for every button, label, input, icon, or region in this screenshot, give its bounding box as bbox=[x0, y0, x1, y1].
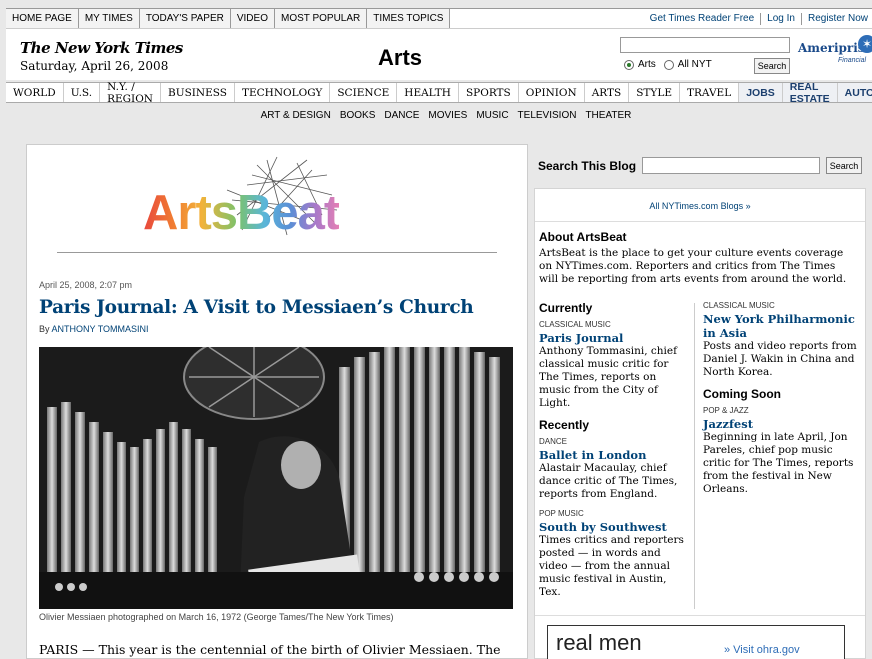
sidebar-right-column: CLASSICAL MUSIC New York Philharmonic in… bbox=[703, 301, 861, 504]
ad-link[interactable]: » Visit ohra.gov bbox=[724, 644, 800, 656]
entry-desc: Alastair Macaulay, chief dance critic of… bbox=[539, 462, 678, 500]
radio-all-nyt-label: All NYT bbox=[677, 59, 712, 70]
register-link[interactable]: Register Now bbox=[808, 13, 868, 24]
subnav-movies[interactable]: MOVIES bbox=[428, 110, 467, 121]
recently-heading: Recently bbox=[539, 418, 590, 432]
blog-search-input[interactable] bbox=[642, 157, 820, 174]
section-title: Arts bbox=[378, 45, 423, 70]
about-heading: About ArtsBeat bbox=[539, 230, 627, 244]
top-link-times-topics[interactable]: TIMES TOPICS bbox=[367, 9, 451, 28]
entry-link-south-by-southwest[interactable]: South by Southwest bbox=[539, 520, 689, 534]
entry-link-ballet-london[interactable]: Ballet in London bbox=[539, 448, 689, 462]
blog-main-column: ArtsBeat April 25, 2008, 2:07 pm Paris J… bbox=[26, 144, 528, 659]
nyt-logo[interactable]: The New York Times bbox=[20, 39, 183, 57]
entry-kicker: CLASSICAL MUSIC bbox=[539, 320, 611, 329]
masthead-date: Saturday, April 26, 2008 bbox=[20, 59, 169, 73]
post-title[interactable]: Paris Journal: A Visit to Messiaen’s Chu… bbox=[39, 297, 474, 318]
entry-link-ny-philharmonic[interactable]: New York Philharmonic in Asia bbox=[703, 312, 861, 340]
author-link[interactable]: ANTHONY TOMMASINI bbox=[52, 324, 149, 334]
nav-opinion[interactable]: OPINION bbox=[519, 83, 585, 102]
nav-ny-region[interactable]: N.Y. / REGION bbox=[100, 81, 161, 105]
subnav-music[interactable]: MUSIC bbox=[476, 110, 508, 121]
top-link-mytimes[interactable]: MY TIMES bbox=[78, 9, 140, 28]
currently-heading: Currently bbox=[539, 301, 593, 315]
arts-subnav: ART & DESIGN BOOKS DANCE MOVIES MUSIC TE… bbox=[0, 110, 872, 121]
sponsor-icon: ✶ bbox=[858, 35, 872, 53]
photo-caption: Olivier Messiaen photographed on March 1… bbox=[39, 612, 394, 622]
subnav-theater[interactable]: THEATER bbox=[585, 110, 631, 121]
subnav-art-design[interactable]: ART & DESIGN bbox=[261, 110, 331, 121]
nav-sports[interactable]: SPORTS bbox=[459, 83, 519, 102]
blog-search-button[interactable]: Search bbox=[826, 157, 862, 174]
divider bbox=[760, 12, 762, 25]
entry-kicker: CLASSICAL MUSIC bbox=[703, 301, 775, 310]
sidebar-box: All NYTimes.com Blogs » About ArtsBeat A… bbox=[534, 188, 866, 659]
blog-search-label: Search This Blog bbox=[538, 159, 637, 173]
entry-link-paris-journal[interactable]: Paris Journal bbox=[539, 331, 689, 345]
entry-kicker: POP MUSIC bbox=[539, 509, 584, 518]
search-scope: Arts All NYT bbox=[624, 59, 712, 70]
blog-sidebar: Search This Blog Search All NYTimes.com … bbox=[534, 144, 866, 659]
article-photo[interactable] bbox=[39, 347, 513, 609]
nav-style[interactable]: STYLE bbox=[629, 83, 680, 102]
blog-title-text: ArtsBeat bbox=[143, 186, 340, 240]
entry-kicker: POP & JAZZ bbox=[703, 406, 749, 415]
column-divider bbox=[694, 303, 695, 609]
site-search-input[interactable] bbox=[620, 37, 790, 53]
all-blogs-link[interactable]: All NYTimes.com Blogs » bbox=[535, 201, 865, 211]
sponsor-subtitle: Financial bbox=[838, 57, 867, 64]
subnav-television[interactable]: TELEVISION bbox=[518, 110, 577, 121]
nav-science[interactable]: SCIENCE bbox=[330, 83, 398, 102]
nav-technology[interactable]: TECHNOLOGY bbox=[235, 83, 331, 102]
top-link-todays-paper[interactable]: TODAY'S PAPER bbox=[139, 9, 231, 28]
radio-arts[interactable] bbox=[624, 59, 634, 70]
ad-headline: real men bbox=[556, 630, 642, 655]
entry-desc: Beginning in late April, Jon Pareles, ch… bbox=[703, 431, 854, 495]
byline-prefix: By bbox=[39, 324, 50, 334]
advertisement[interactable]: real men » Visit ohra.gov bbox=[547, 625, 845, 659]
nav-world[interactable]: WORLD bbox=[6, 83, 64, 102]
radio-all-nyt[interactable] bbox=[663, 59, 674, 70]
login-link[interactable]: Log In bbox=[767, 13, 795, 24]
account-links: Get Times Reader Free Log In Register No… bbox=[650, 9, 872, 28]
nav-arts[interactable]: ARTS bbox=[585, 83, 630, 102]
post-date: April 25, 2008, 2:07 pm bbox=[39, 280, 133, 290]
article-lead: PARIS — This year is the centennial of t… bbox=[39, 642, 501, 657]
nav-travel[interactable]: TRAVEL bbox=[680, 83, 740, 102]
nav-business[interactable]: BUSINESS bbox=[161, 83, 235, 102]
nav-us[interactable]: U.S. bbox=[64, 83, 101, 102]
radio-arts-label: Arts bbox=[638, 59, 656, 70]
divider bbox=[535, 615, 865, 616]
times-reader-link[interactable]: Get Times Reader Free bbox=[650, 13, 754, 24]
nav-jobs[interactable]: JOBS bbox=[739, 83, 783, 102]
entry-desc: Anthony Tommasini, chief classical music… bbox=[539, 345, 678, 409]
top-link-video[interactable]: VIDEO bbox=[230, 9, 275, 28]
blog-search: Search This Blog Search bbox=[534, 144, 866, 184]
post-byline: By ANTHONY TOMMASINI bbox=[39, 324, 149, 334]
divider bbox=[800, 12, 802, 25]
top-link-most-popular[interactable]: MOST POPULAR bbox=[274, 9, 368, 28]
site-search-button[interactable]: Search bbox=[754, 58, 790, 74]
coming-soon-heading: Coming Soon bbox=[703, 387, 781, 401]
top-utility-bar: HOME PAGE MY TIMES TODAY'S PAPER VIDEO M… bbox=[6, 8, 872, 29]
subnav-books[interactable]: BOOKS bbox=[340, 110, 376, 121]
divider bbox=[535, 221, 865, 222]
nav-autos[interactable]: AUTOS bbox=[837, 83, 872, 102]
nav-health[interactable]: HEALTH bbox=[397, 83, 459, 102]
nav-real-estate[interactable]: REAL ESTATE bbox=[782, 81, 838, 105]
divider bbox=[57, 252, 497, 253]
section-nav: WORLD U.S. N.Y. / REGION BUSINESS TECHNO… bbox=[6, 81, 872, 105]
entry-link-jazzfest[interactable]: Jazzfest bbox=[703, 417, 861, 431]
top-links: HOME PAGE MY TIMES TODAY'S PAPER VIDEO M… bbox=[6, 9, 451, 28]
blog-title[interactable]: ArtsBeat bbox=[143, 185, 340, 241]
top-link-home[interactable]: HOME PAGE bbox=[6, 9, 79, 28]
masthead: The New York Times Saturday, April 26, 2… bbox=[6, 29, 872, 80]
sidebar-left-column: Currently CLASSICAL MUSIC Paris Journal … bbox=[539, 301, 689, 607]
about-text: ArtsBeat is the place to get your cultur… bbox=[539, 247, 847, 285]
subnav-dance[interactable]: DANCE bbox=[384, 110, 419, 121]
entry-desc: Posts and video reports from Daniel J. W… bbox=[703, 340, 857, 378]
entry-kicker: DANCE bbox=[539, 437, 568, 446]
organ-photo-graphic bbox=[39, 347, 513, 609]
entry-desc: Times critics and reporters posted — in … bbox=[539, 534, 684, 598]
